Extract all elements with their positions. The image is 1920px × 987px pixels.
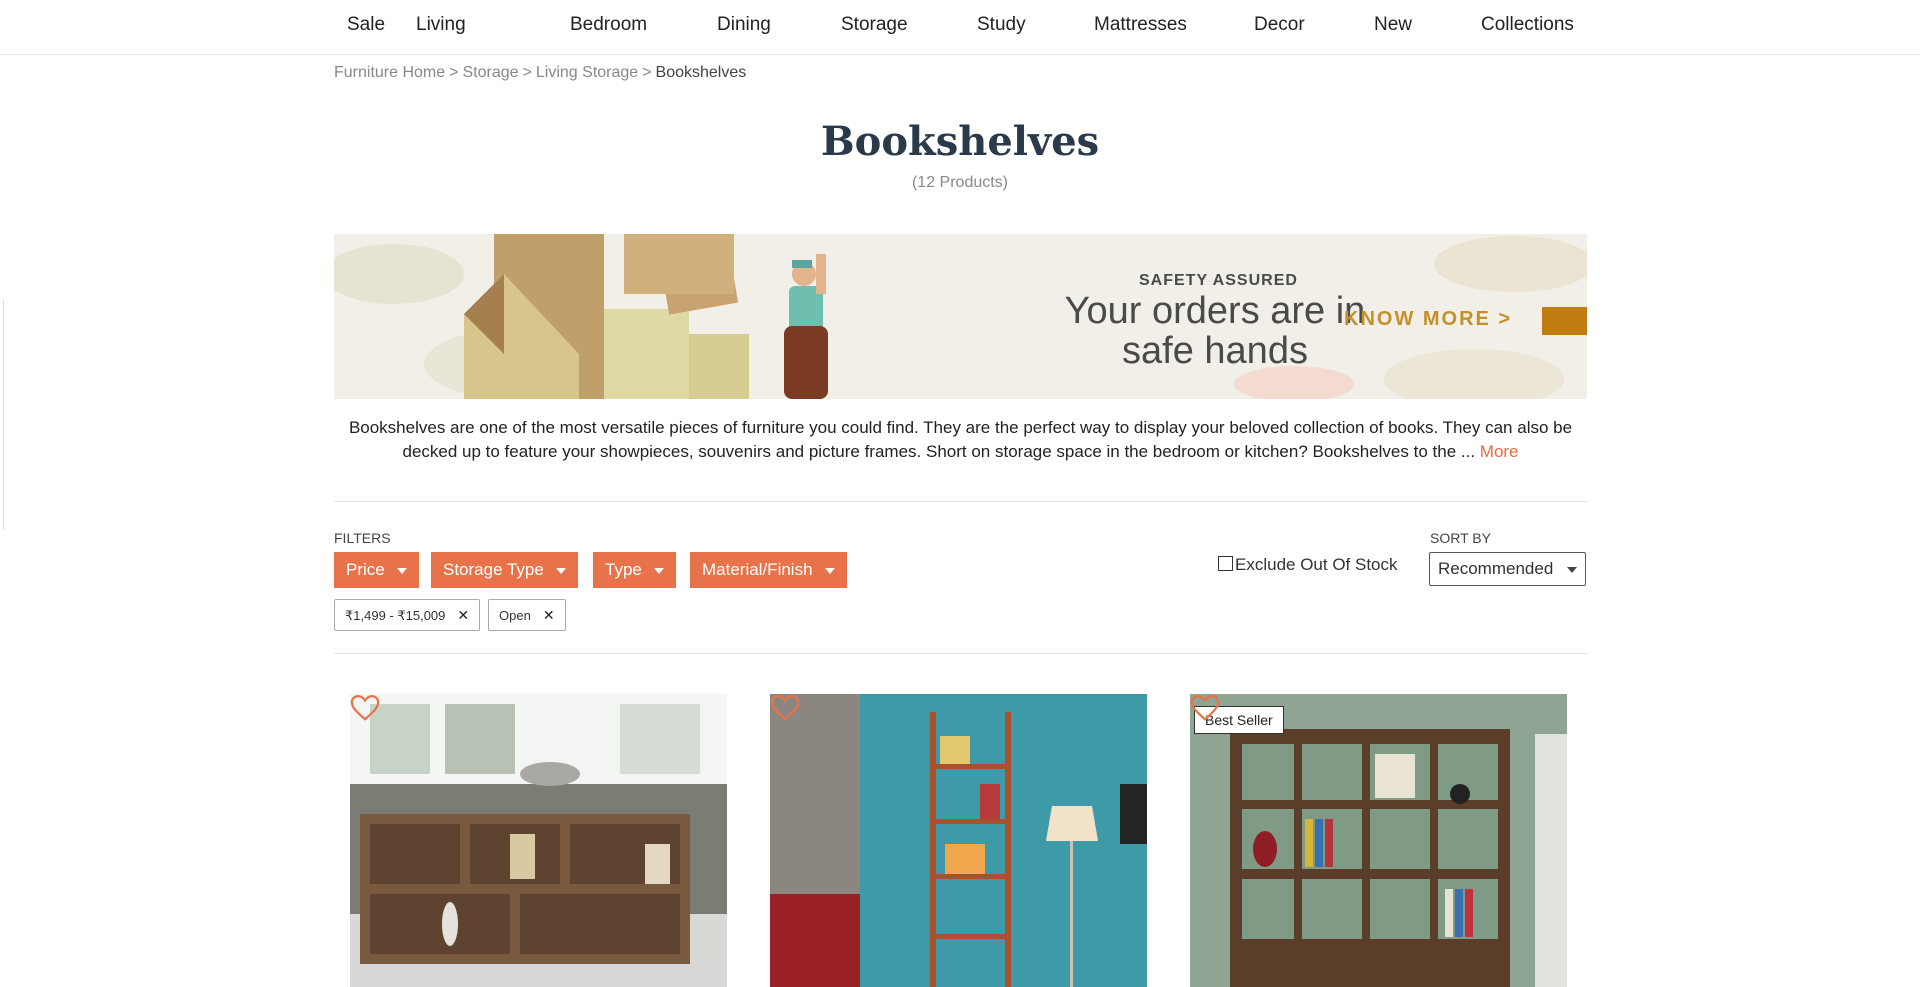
filter-storage-type-button[interactable]: Storage Type (431, 552, 578, 588)
sort-select[interactable]: Recommended (1429, 552, 1586, 586)
breadcrumb-separator: > (522, 64, 532, 81)
breadcrumb-storage[interactable]: Storage (463, 64, 519, 81)
close-icon[interactable]: ✕ (457, 607, 469, 623)
divider (334, 653, 1587, 654)
breadcrumb: Furniture Home > Storage > Living Storage > Bo… (334, 64, 746, 82)
caret-down-icon (555, 567, 566, 574)
caret-down-icon (396, 567, 407, 574)
heart-outline-icon[interactable] (1190, 694, 1220, 722)
filter-type-button[interactable]: Type (593, 552, 676, 588)
close-icon[interactable]: ✕ (543, 607, 555, 623)
page-title: Bookshelves (820, 118, 1100, 165)
chip-label: ₹1,499 - ₹15,009 (345, 608, 446, 623)
side-panel-edge (0, 300, 4, 530)
nav-item-decor[interactable]: Decor (1254, 14, 1305, 36)
product-card[interactable] (350, 694, 727, 987)
filter-price-button[interactable]: Price (334, 552, 419, 588)
product-image (350, 694, 727, 987)
banner-headline-line2: safe hands (1122, 330, 1308, 372)
banner-kicker: SAFETY ASSURED (1139, 272, 1298, 289)
nav-item-dining[interactable]: Dining (717, 14, 771, 36)
nav-item-living[interactable]: Living (416, 14, 466, 36)
category-description: Bookshelves are one of the most versatil… (334, 416, 1587, 464)
breadcrumb-separator: > (449, 64, 459, 81)
filters-label: FILTERS (334, 530, 391, 546)
product-card[interactable]: Best Seller (1190, 694, 1567, 987)
read-more-link[interactable]: More (1480, 442, 1519, 461)
heart-outline-icon[interactable] (350, 694, 380, 722)
nav-item-sale[interactable]: Sale (347, 14, 385, 36)
divider (334, 501, 1587, 502)
know-more-link[interactable]: KNOW MORE > (1344, 308, 1512, 331)
breadcrumb-living-storage[interactable]: Living Storage (536, 64, 638, 81)
filter-material-finish-label: Material/Finish (702, 560, 813, 579)
nav-item-storage[interactable]: Storage (841, 14, 908, 36)
chip-label: Open (499, 608, 531, 623)
nav-item-collections[interactable]: Collections (1481, 14, 1574, 36)
nav-item-bedroom[interactable]: Bedroom (570, 14, 647, 36)
heart-outline-icon[interactable] (770, 694, 800, 722)
breadcrumb-current: Bookshelves (655, 64, 747, 81)
sort-by-label: SORT BY (1430, 530, 1491, 546)
filter-type-label: Type (605, 560, 642, 579)
product-image (770, 694, 1147, 987)
top-nav: Sale Living Bedroom Dining Storage Study… (0, 0, 1920, 55)
applied-filter-chip-price: ₹1,499 - ₹15,009 ✕ (334, 599, 481, 631)
nav-item-new[interactable]: New (1374, 14, 1412, 36)
caret-down-icon (653, 567, 664, 574)
product-card[interactable] (770, 694, 1147, 987)
sort-selected-value: Recommended (1438, 559, 1554, 578)
applied-filter-chip-open: Open ✕ (488, 599, 566, 631)
checkbox-icon[interactable] (1218, 556, 1233, 571)
filter-price-label: Price (346, 560, 385, 579)
product-image (1190, 694, 1567, 987)
safety-banner[interactable]: SAFETY ASSURED Your orders are in safe h… (334, 234, 1587, 399)
caret-down-icon (824, 567, 835, 574)
exclude-out-of-stock[interactable]: Exclude Out Of Stock (1218, 555, 1398, 575)
breadcrumb-separator: > (642, 64, 652, 81)
description-text: Bookshelves are one of the most versatil… (348, 418, 1573, 461)
banner-side-tab (1542, 307, 1587, 335)
caret-down-icon (1567, 567, 1577, 573)
filter-material-finish-button[interactable]: Material/Finish (690, 552, 847, 588)
filter-storage-type-label: Storage Type (443, 560, 544, 579)
nav-item-mattresses[interactable]: Mattresses (1094, 14, 1187, 36)
product-count: (12 Products) (911, 174, 1009, 191)
breadcrumb-furniture-home[interactable]: Furniture Home (334, 64, 445, 81)
nav-item-study[interactable]: Study (977, 14, 1026, 36)
exclude-out-of-stock-label: Exclude Out Of Stock (1235, 555, 1398, 574)
